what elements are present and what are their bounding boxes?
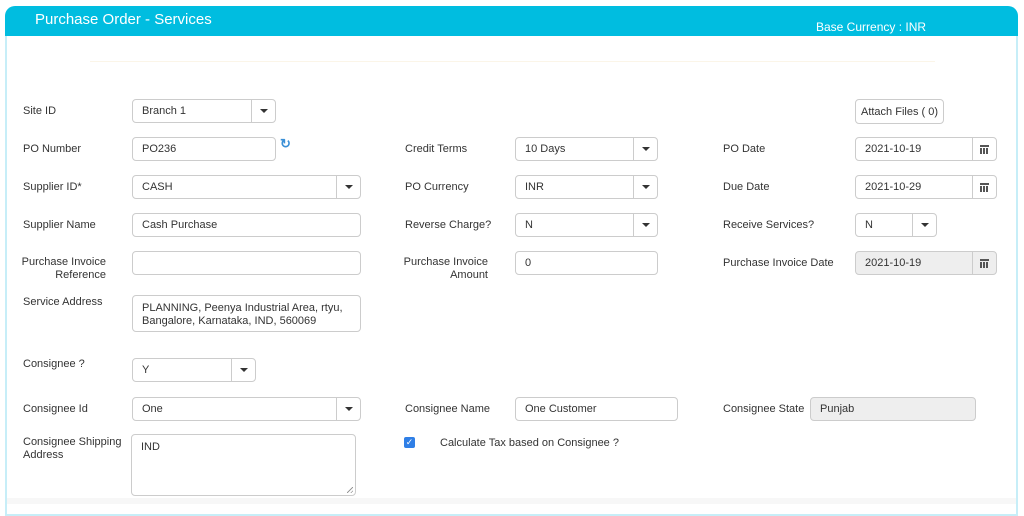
reverse-charge-value: N [525,219,533,231]
purchase-invoice-reference-input[interactable] [132,251,361,275]
supplier-name-input[interactable]: Cash Purchase [132,213,361,237]
consignee-state-label: Consignee State [723,403,805,415]
chevron-down-icon[interactable] [633,214,657,236]
divider [90,61,935,62]
consignee-name-input[interactable]: One Customer [515,397,678,421]
purchase-invoice-amount-label: Purchase Invoice Amount [400,256,488,282]
consignee-shipping-address-textarea[interactable]: IND [131,434,356,496]
receive-services-label: Receive Services? [723,219,815,231]
due-date-label: Due Date [723,181,770,193]
label-line1: Purchase Invoice [21,256,106,268]
supplier-id-label: Supplier ID* [23,181,82,193]
receive-services-select[interactable]: N [855,213,937,237]
credit-terms-label: Credit Terms [405,143,468,155]
due-date-input[interactable]: 2021-10-29 [855,175,997,199]
label-line1: Purchase Invoice [403,256,488,268]
credit-terms-value: 10 Days [525,143,566,155]
label-line1: Consignee Shipping [23,436,122,448]
shipping-address-value: IND [141,441,160,453]
purchase-invoice-date-input: 2021-10-19 [855,251,997,275]
label-line2: Address [23,449,64,461]
po-currency-value: INR [525,181,544,193]
due-date-value: 2021-10-29 [865,181,922,193]
resize-handle-icon[interactable] [347,487,353,493]
supplier-id-value: CASH [142,181,173,193]
site-id-label: Site ID [23,105,57,117]
consignee-id-label: Consignee Id [23,403,88,415]
calendar-icon[interactable] [972,138,996,160]
consignee-state-input: Punjab [810,397,976,421]
chevron-down-icon[interactable] [336,176,360,198]
po-date-value: 2021-10-19 [865,143,922,155]
chevron-down-icon[interactable] [912,214,936,236]
purchase-invoice-reference-label: Purchase Invoice Reference [20,256,106,282]
chevron-down-icon[interactable] [251,100,275,122]
consignee-label: Consignee ? [23,358,85,370]
purchase-invoice-amount-input[interactable]: 0 [515,251,658,275]
po-number-value: PO236 [142,143,177,155]
po-date-input[interactable]: 2021-10-19 [855,137,997,161]
purchase-invoice-date-label: Purchase Invoice Date [723,257,834,269]
base-currency-label: Base Currency : INR [816,20,927,34]
chevron-down-icon[interactable] [231,359,255,381]
chevron-down-icon[interactable] [633,138,657,160]
panel-header: Purchase Order - Services Base Currency … [5,6,1018,36]
supplier-id-select[interactable]: CASH [132,175,361,199]
po-date-label: PO Date [723,143,766,155]
consignee-id-value: One [142,403,163,415]
chevron-down-icon[interactable] [633,176,657,198]
supplier-name-value: Cash Purchase [142,219,218,231]
reverse-charge-select[interactable]: N [515,213,658,237]
po-number-label: PO Number [23,143,82,155]
site-id-value: Branch 1 [142,105,187,117]
service-address-label: Service Address [23,296,103,308]
purchase-invoice-date-value: 2021-10-19 [865,257,922,269]
site-id-select[interactable]: Branch 1 [132,99,276,123]
calculate-tax-checkbox[interactable]: ✓ [404,437,415,448]
panel-footer [7,498,1016,504]
calculate-tax-label: Calculate Tax based on Consignee ? [440,437,619,449]
consignee-state-value: Punjab [820,403,855,415]
chevron-down-icon[interactable] [336,398,360,420]
calendar-icon[interactable] [972,176,996,198]
credit-terms-select[interactable]: 10 Days [515,137,658,161]
label-line2: Reference [55,269,106,281]
po-currency-select[interactable]: INR [515,175,658,199]
receive-services-value: N [865,219,873,231]
calendar-icon [972,252,996,274]
consignee-name-value: One Customer [525,403,597,415]
consignee-id-select[interactable]: One [132,397,361,421]
consignee-select[interactable]: Y [132,358,256,382]
consignee-value: Y [142,364,150,376]
reverse-charge-label: Reverse Charge? [405,219,492,231]
supplier-name-label: Supplier Name [23,219,96,231]
page-title: Purchase Order - Services [35,11,212,28]
po-number-input[interactable]: PO236 [132,137,276,161]
address-line1: PLANNING, Peenya Industrial Area, rtyu, [142,302,343,314]
address-line2: Bangalore, Karnataka, IND, 560069 [142,315,317,327]
purchase-invoice-amount-value: 0 [525,257,532,269]
consignee-name-label: Consignee Name [405,403,490,415]
label-line2: Amount [450,269,488,281]
service-address-textarea[interactable]: PLANNING, Peenya Industrial Area, rtyu, … [132,295,361,332]
attach-files-button[interactable]: Attach Files ( 0) [855,99,944,124]
consignee-shipping-address-label: Consignee Shipping Address [23,436,121,462]
refresh-icon[interactable]: ↻ [280,137,291,150]
po-currency-label: PO Currency [405,181,469,193]
